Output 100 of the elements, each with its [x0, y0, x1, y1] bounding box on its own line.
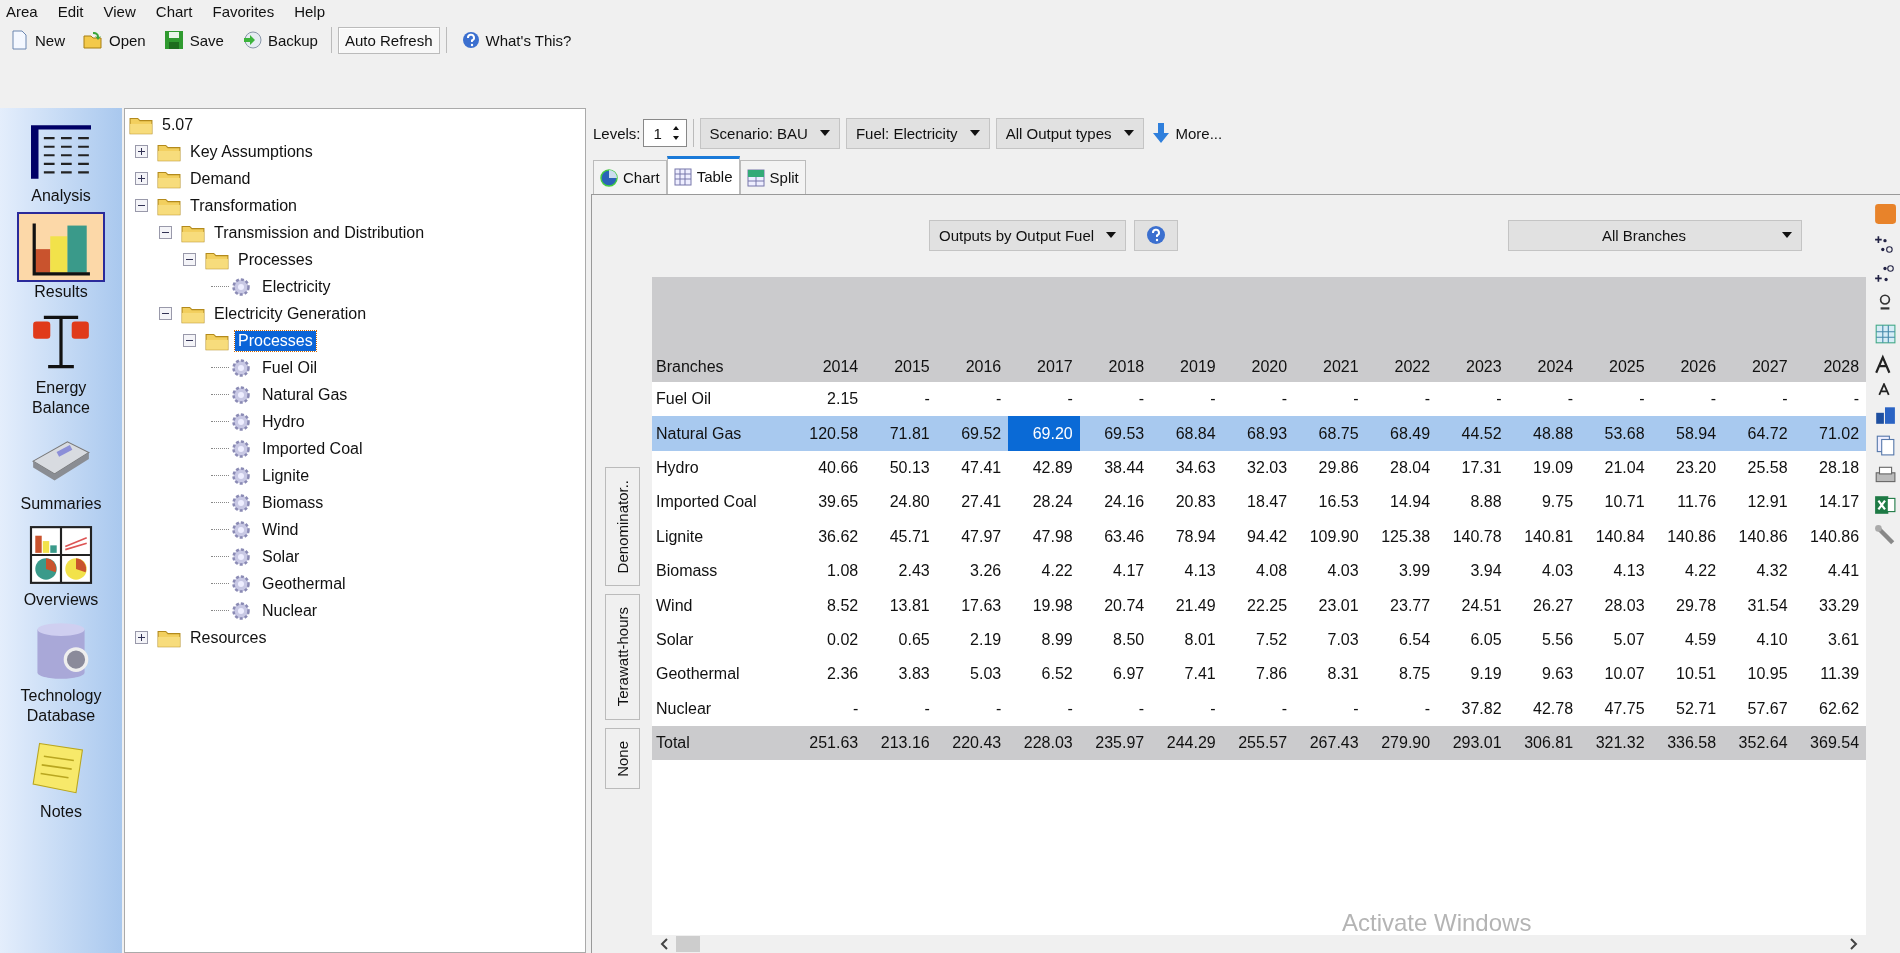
tab[interactable]: Chart — [593, 160, 667, 194]
view-dropdown[interactable]: Outputs by Output Fuel — [929, 219, 1127, 251]
scroll-thumb[interactable] — [676, 936, 700, 952]
unit-button[interactable]: Terawatt-hours — [604, 594, 640, 720]
dropdown[interactable]: Scenario: BAU — [699, 117, 840, 149]
menu-item[interactable]: Edit — [57, 2, 84, 20]
table-cell-text: Wind — [655, 596, 694, 615]
tree-item[interactable]: Hydro — [259, 411, 308, 432]
tree-item[interactable]: Geothermal — [259, 573, 349, 594]
menu-item[interactable]: Area — [6, 2, 38, 20]
expander-icon[interactable] — [135, 145, 148, 158]
table-cell-text: - — [1495, 389, 1503, 410]
caret-icon — [1106, 232, 1117, 238]
table-cell-text: Hydro — [655, 458, 700, 477]
tab[interactable]: Split — [739, 160, 806, 194]
expander-icon[interactable] — [135, 199, 148, 212]
table-cell-text: 6.54 — [1398, 629, 1432, 650]
table-cell-text: 53.68 — [1603, 423, 1646, 444]
tree-item[interactable]: Wind — [259, 519, 302, 540]
tab[interactable]: Table — [666, 156, 740, 194]
tree-item[interactable]: Processes — [235, 330, 316, 351]
branch-dropdown[interactable]: All Branches — [1508, 219, 1802, 251]
sidebar-item[interactable]: Notes — [0, 732, 122, 822]
table-cell-text: 14.17 — [1818, 492, 1861, 513]
unit-button[interactable]: None — [604, 727, 640, 790]
tree-item[interactable]: Fuel Oil — [259, 357, 321, 378]
sidebar-item[interactable]: Analysis — [0, 116, 122, 206]
menu-item[interactable]: Chart — [155, 2, 193, 20]
table-cell-text: 279.90 — [1380, 733, 1432, 754]
column-header: 2024 — [1536, 358, 1575, 376]
tree-item[interactable]: Transmission and Distribution — [211, 222, 428, 243]
table-cell-text: 37.82 — [1460, 698, 1503, 719]
table-cell-text: 78.94 — [1174, 526, 1217, 547]
tree-item[interactable]: Solar — [259, 546, 303, 567]
caret-icon — [1123, 130, 1134, 136]
gear-icon — [229, 600, 253, 621]
tree-item[interactable]: Transformation — [187, 195, 300, 216]
tree-item[interactable]: Nuclear — [259, 600, 321, 621]
table-cell-text: - — [851, 698, 860, 719]
tree-item[interactable]: Biomass — [259, 492, 327, 513]
table-cell-text: 4.03 — [1540, 561, 1575, 582]
expander-icon[interactable] — [183, 334, 196, 347]
menu-item[interactable]: Favorites — [212, 2, 275, 20]
toolbar-button[interactable]: What's This? — [452, 25, 579, 55]
menu-item[interactable]: Help — [294, 2, 326, 20]
expander-icon[interactable] — [183, 253, 196, 266]
table-cell-text: 42.78 — [1532, 698, 1575, 719]
tree-item[interactable]: Electricity — [259, 276, 334, 297]
table-cell-text: 68.93 — [1246, 423, 1289, 444]
expander-icon[interactable] — [135, 631, 148, 644]
table-cell-text: 244.29 — [1165, 733, 1217, 754]
tree-item[interactable]: Resources — [187, 627, 270, 648]
menu-item[interactable]: View — [103, 2, 136, 20]
tree-item[interactable]: Electricity Generation — [211, 303, 370, 324]
table-cell-text: 3.26 — [969, 561, 1003, 582]
caret-icon — [819, 130, 830, 136]
tree-item[interactable]: Key Assumptions — [187, 141, 316, 162]
help-button[interactable] — [1134, 219, 1179, 251]
toggle-button[interactable]: Auto Refresh — [337, 26, 440, 54]
sidebar-item[interactable]: Technology Database — [0, 616, 122, 726]
tree-item[interactable]: 5.07 — [159, 114, 197, 135]
sidebar-item[interactable]: Overviews — [0, 520, 122, 610]
tree-item[interactable]: Lignite — [259, 465, 313, 486]
expander-icon[interactable] — [159, 307, 172, 320]
dropdown[interactable]: All Output types — [995, 117, 1144, 149]
toolbar-button[interactable]: New — [2, 25, 72, 55]
dropdown[interactable]: Fuel: Electricity — [845, 117, 990, 149]
table-cell-text: 63.46 — [1103, 526, 1146, 547]
unit-button[interactable]: Denominator.. — [604, 467, 640, 587]
tree-item[interactable]: Demand — [187, 168, 254, 189]
table-cell-text: 3.61 — [1826, 629, 1861, 650]
expander-icon[interactable] — [135, 172, 148, 185]
table-cell-text: 213.16 — [879, 733, 931, 754]
tree-item[interactable]: Processes — [235, 249, 316, 270]
table-cell-text: 28.03 — [1603, 595, 1646, 616]
toolbar-button[interactable]: Open — [76, 25, 153, 55]
sidebar-item[interactable]: Energy Balance — [0, 308, 122, 418]
table-cell-text: 11.76 — [1676, 492, 1718, 513]
table-cell-text: 0.02 — [826, 629, 860, 650]
table-cell-text: 69.53 — [1103, 423, 1146, 444]
expander-icon[interactable] — [159, 226, 172, 239]
table-cell-text: 23.20 — [1675, 457, 1718, 478]
column-header: 2017 — [1036, 358, 1074, 376]
levels-spinner[interactable]: 1 — [642, 119, 687, 147]
tree-item[interactable]: Imported Coal — [259, 438, 366, 459]
table-cell-text: 2.43 — [897, 561, 931, 582]
table-cell-text: 62.62 — [1818, 698, 1861, 719]
table-cell-text: Lignite — [655, 527, 705, 546]
table-cell-text: 10.51 — [1675, 664, 1718, 685]
tree-item[interactable]: Natural Gas — [259, 384, 351, 405]
table-cell-text: 8.75 — [1398, 664, 1432, 685]
toolbar-button[interactable]: Backup — [234, 25, 325, 55]
table-cell-text: 306.81 — [1523, 733, 1575, 754]
toolbar-button[interactable]: Save — [156, 25, 231, 55]
sidebar-item[interactable]: Summaries — [0, 424, 122, 514]
table-cell-text: 5.07 — [1612, 629, 1646, 650]
table-cell-text: 7.03 — [1326, 629, 1360, 650]
gear-icon — [229, 492, 253, 513]
more-link[interactable]: More... — [1151, 123, 1223, 143]
table-cell-text: 321.32 — [1594, 733, 1646, 754]
